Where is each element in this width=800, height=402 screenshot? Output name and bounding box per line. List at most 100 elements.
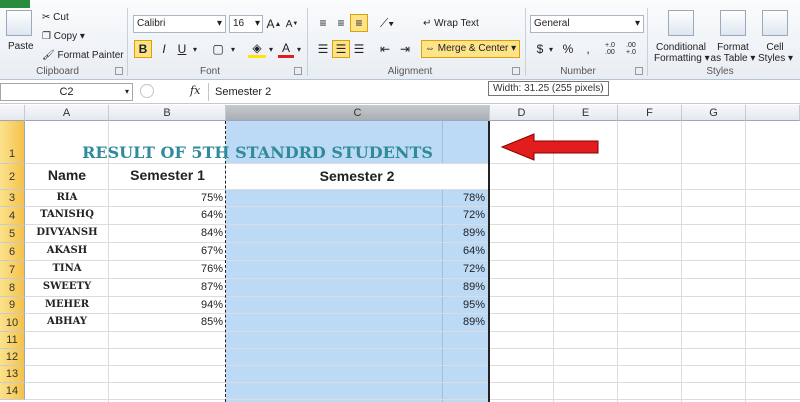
semester-2-value[interactable]: 89% — [443, 227, 485, 239]
bold-button[interactable]: B — [134, 40, 152, 58]
row-header-2[interactable]: 2 — [0, 164, 25, 190]
format-as-table-button[interactable]: Format as Table ▾ — [710, 42, 756, 64]
row-header-7[interactable]: 7 — [0, 261, 25, 279]
cell-styles-icon[interactable] — [762, 10, 788, 36]
paste-button[interactable]: Paste — [8, 41, 34, 52]
paste-icon[interactable] — [6, 10, 32, 36]
number-launcher-icon[interactable] — [635, 67, 643, 75]
select-all-corner[interactable] — [0, 105, 25, 121]
student-name[interactable]: ABHAY — [25, 316, 109, 327]
conditional-formatting-button[interactable]: Conditional Formatting ▾ — [654, 42, 710, 64]
copy-button[interactable]: ❐ Copy ▾ — [42, 31, 85, 42]
underline-dropdown-icon[interactable]: ▾ — [190, 40, 200, 58]
file-tab[interactable] — [0, 0, 30, 8]
align-right-icon[interactable]: ☰ — [350, 40, 368, 58]
row-header-6[interactable]: 6 — [0, 243, 25, 261]
semester-1-value[interactable]: 87% — [109, 281, 223, 293]
decrease-decimal-icon[interactable]: .00 +.0 — [626, 40, 644, 58]
column-header-c[interactable]: C — [226, 105, 490, 121]
wrap-text-button[interactable]: ↵ Wrap Text — [423, 18, 479, 29]
semester-2-value[interactable]: 72% — [443, 209, 485, 221]
column-header-e[interactable]: E — [554, 105, 618, 121]
row-header-4[interactable]: 4 — [0, 207, 25, 225]
align-center-icon[interactable]: ☰ — [332, 40, 350, 58]
row-header-10[interactable]: 10 — [0, 314, 25, 332]
semester-2-value[interactable]: 72% — [443, 263, 485, 275]
alignment-launcher-icon[interactable] — [512, 67, 520, 75]
insert-function-icon[interactable]: fx — [190, 84, 200, 97]
currency-dropdown-icon[interactable]: ▾ — [547, 40, 555, 58]
format-as-table-icon[interactable] — [720, 10, 746, 36]
semester-1-value[interactable]: 94% — [109, 299, 223, 311]
column-header-b[interactable]: B — [109, 105, 226, 121]
conditional-formatting-icon[interactable] — [668, 10, 694, 36]
currency-icon[interactable]: $ — [532, 40, 548, 58]
align-bottom-icon[interactable]: ≡ — [350, 14, 368, 32]
student-name[interactable]: DIVYANSH — [25, 227, 109, 238]
header-name[interactable]: Name — [25, 167, 109, 183]
column-header-d[interactable]: D — [490, 105, 554, 121]
cell-styles-button[interactable]: Cell Styles ▾ — [758, 42, 793, 64]
borders-dropdown-icon[interactable]: ▾ — [228, 40, 238, 58]
font-color-dropdown-icon[interactable]: ▾ — [294, 40, 304, 58]
formula-round-button[interactable] — [140, 84, 154, 98]
row-header-12[interactable]: 12 — [0, 349, 25, 366]
clipboard-launcher-icon[interactable] — [115, 67, 123, 75]
borders-icon[interactable]: ▢ — [210, 40, 226, 58]
increase-indent-icon[interactable]: ⇥ — [396, 40, 414, 58]
font-size-select[interactable]: 16 ▾ — [229, 15, 263, 33]
column-header-f[interactable]: F — [618, 105, 682, 121]
align-top-icon[interactable]: ≡ — [314, 14, 332, 32]
semester-2-value[interactable]: 95% — [443, 299, 485, 311]
semester-1-value[interactable]: 84% — [109, 227, 223, 239]
semester-2-value[interactable]: 89% — [443, 281, 485, 293]
comma-icon[interactable]: , — [580, 40, 596, 58]
student-name[interactable]: SWEETY — [25, 281, 109, 292]
student-name[interactable]: RIA — [25, 192, 109, 203]
orientation-icon[interactable]: ⟋▾ — [376, 14, 398, 32]
row-header-1[interactable]: 1 — [0, 121, 25, 164]
row-header-8[interactable]: 8 — [0, 279, 25, 297]
semester-1-value[interactable]: 76% — [109, 263, 223, 275]
name-box[interactable]: C2 ▾ — [0, 83, 133, 101]
decrease-indent-icon[interactable]: ⇤ — [376, 40, 394, 58]
row-header-3[interactable]: 3 — [0, 190, 25, 207]
column-header-a[interactable]: A — [25, 105, 109, 121]
format-painter-button[interactable]: 🖌 Format Painter — [42, 50, 124, 61]
semester-1-value[interactable]: 67% — [109, 245, 223, 257]
semester-1-value[interactable]: 75% — [109, 192, 223, 204]
student-name[interactable]: TINA — [25, 263, 109, 274]
shrink-font-icon[interactable]: A ▼ — [284, 15, 300, 33]
header-semester-1[interactable]: Semester 1 — [109, 167, 226, 183]
number-format-select[interactable]: General ▾ — [530, 15, 644, 33]
fill-color-icon[interactable]: ◈ — [248, 40, 266, 58]
fill-color-dropdown-icon[interactable]: ▾ — [266, 40, 276, 58]
column-header-g[interactable]: G — [682, 105, 746, 121]
italic-button[interactable]: I — [156, 40, 172, 58]
row-header-14[interactable]: 14 — [0, 383, 25, 400]
column-c-resize-line[interactable] — [488, 121, 490, 402]
student-name[interactable]: TANISHQ — [25, 209, 109, 220]
semester-1-value[interactable]: 85% — [109, 316, 223, 328]
percent-icon[interactable]: % — [560, 40, 576, 58]
font-name-select[interactable]: Calibri ▾ — [133, 15, 226, 33]
student-name[interactable]: MEHER — [25, 299, 109, 310]
row-header-5[interactable]: 5 — [0, 225, 25, 243]
column-header-h[interactable] — [746, 105, 800, 121]
align-left-icon[interactable]: ☰ — [314, 40, 332, 58]
student-name[interactable]: AKASH — [25, 245, 109, 256]
cut-button[interactable]: ✂ Cut — [42, 12, 69, 23]
row-header-13[interactable]: 13 — [0, 366, 25, 383]
increase-decimal-icon[interactable]: +.0 .00 — [605, 40, 623, 58]
semester-2-value[interactable]: 89% — [443, 316, 485, 328]
header-semester-2[interactable]: Semester 2 — [226, 164, 488, 189]
grow-font-icon[interactable]: A ▲ — [266, 15, 282, 33]
font-color-icon[interactable]: A — [278, 40, 294, 58]
merge-center-button[interactable]: ⇔ Merge & Center ▾ — [421, 40, 521, 58]
semester-2-value[interactable]: 64% — [443, 245, 485, 257]
semester-2-value[interactable]: 78% — [443, 192, 485, 204]
align-middle-icon[interactable]: ≡ — [332, 14, 350, 32]
font-launcher-icon[interactable] — [294, 67, 302, 75]
semester-1-value[interactable]: 64% — [109, 209, 223, 221]
row-header-11[interactable]: 11 — [0, 332, 25, 349]
